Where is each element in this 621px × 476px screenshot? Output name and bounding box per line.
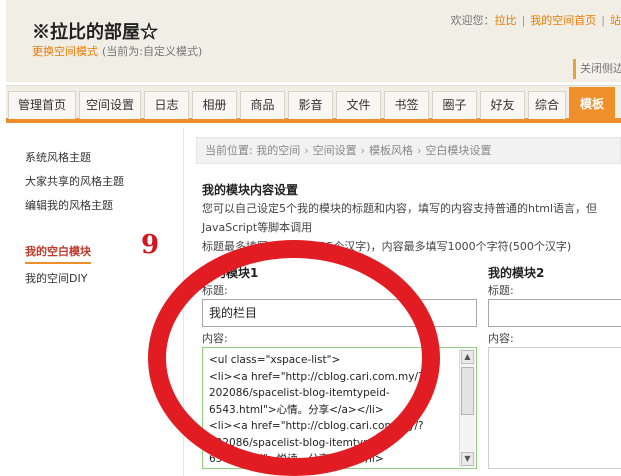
content-line: 202086/spacelist-blog-itemtypeid- [209, 436, 390, 449]
scroll-up-arrow-icon[interactable]: ▲ [461, 350, 474, 364]
title-label: 标题: [488, 284, 514, 297]
sidebar-item-my-blank-modules[interactable]: 我的空白模块 [25, 243, 91, 264]
module-heading: 我的模块1 [202, 266, 259, 280]
content-text: <ul class="xspace-list"> <li><a href="htt… [209, 352, 449, 468]
tab-space-settings[interactable]: 空间设置 [79, 91, 141, 119]
tab-files[interactable]: 文件 [336, 91, 381, 119]
breadcrumb-separator: › [304, 144, 309, 157]
space-header: ※拉比的部屋☆ 更换空间模式 (当前为:自定义模式) 欢迎您：拉比 | 我的空间首页 |… [6, 0, 621, 82]
description-line: 您可以自己设定5个我的模块的标题和内容，填写的内容支持普通的html语言，但 [202, 202, 598, 215]
tab-goods[interactable]: 商品 [240, 91, 285, 119]
cut-link[interactable]: 站 [610, 14, 621, 27]
content-label: 内容: [202, 332, 228, 345]
close-sidebar-button[interactable]: 关闭侧边栏 [573, 59, 621, 79]
breadcrumb-separator: › [360, 144, 366, 157]
current-mode-text: (当前为:自定义模式) [102, 45, 203, 58]
module-2-title-input[interactable] [488, 299, 621, 327]
module-1-title-input[interactable]: 我的栏目 [202, 299, 477, 327]
breadcrumb-item[interactable]: 模板风格 [369, 144, 413, 157]
main-content: 当前位置: 我的空间 › 空间设置 › 模板风格 › 空白模块设置 我的模块内容设置 您可以… [190, 128, 621, 476]
textarea-scrollbar[interactable]: ▲ ▼ [459, 349, 475, 467]
change-theme-link[interactable]: 更换空间模式 [32, 45, 98, 58]
breadcrumb: 当前位置: 我的空间 › 空间设置 › 模板风格 › 空白模块设置 [196, 137, 621, 164]
section-title: 我的模块内容设置 [202, 183, 299, 197]
tab-album[interactable]: 相册 [192, 91, 237, 119]
description-line: JavaScript等脚本调用 [202, 221, 313, 234]
description-line: 标题最多填写50个字符(25个汉字)，内容最多填写1000个字符(500个汉字) [202, 240, 572, 253]
annotation-number: 9 [141, 230, 160, 260]
scroll-down-arrow-icon[interactable]: ▼ [461, 452, 474, 466]
tab-bookmarks[interactable]: 书签 [384, 91, 429, 119]
sidebar-item-system-themes[interactable]: 系统风格主题 [25, 149, 91, 165]
breadcrumb-item[interactable]: 空间设置 [313, 144, 357, 157]
site-title: ※拉比的部屋☆ [32, 22, 158, 43]
scroll-thumb[interactable] [461, 367, 474, 415]
content-line: <ul class="xspace-list"> [209, 354, 341, 366]
content-line: 6543.html">心情。分享</a></li> [209, 403, 384, 416]
tab-circles[interactable]: 圈子 [432, 91, 477, 119]
username-link[interactable]: 拉比 [495, 14, 517, 27]
my-space-home-link[interactable]: 我的空间首页 [530, 14, 596, 27]
breadcrumb-separator: › [417, 144, 422, 157]
content-line: 6547.html">悦读。分享</a></li> [209, 453, 384, 465]
tab-admin-home[interactable]: 管理首页 [8, 91, 76, 119]
module-1: 我的模块1 [202, 264, 258, 281]
welcome-text: 欢迎您： [450, 14, 495, 27]
module-2: 我的模块2 [488, 264, 544, 281]
top-links: 欢迎您：拉比 | 我的空间首页 | 站 [451, 12, 621, 28]
sidebar: 系统风格主题 大家共享的风格主题 编辑我的风格主题 我的空白模块 我的空间DIY [6, 128, 184, 476]
breadcrumb-item: 空白模块设置 [425, 144, 492, 157]
sidebar-item-edit-my-theme[interactable]: 编辑我的风格主题 [25, 197, 113, 213]
title-label: 标题: [202, 284, 228, 297]
module-2-content-textarea[interactable] [488, 347, 621, 469]
module-heading: 我的模块2 [488, 266, 545, 280]
tab-templates[interactable]: 模板 [569, 87, 615, 120]
content-line: <li><a href="http://cblog.cari.com.my/? [209, 370, 424, 383]
tab-general[interactable]: 综合 [528, 91, 566, 119]
separator: | [521, 14, 526, 27]
content-line: <li><a href="http://cblog.cari.com.my/? [209, 420, 424, 432]
breadcrumb-item[interactable]: 当前位置: 我的空间 [205, 144, 300, 157]
tab-friends[interactable]: 好友 [480, 91, 525, 119]
main-nav: 管理首页 空间设置 日志 相册 商品 影音 文件 书签 圈子 好友 综合 模板 [6, 85, 621, 123]
sidebar-item-my-space-diy[interactable]: 我的空间DIY [25, 270, 87, 286]
content-line: 202086/spacelist-blog-itemtypeid- [209, 387, 390, 399]
module-1-content-textarea[interactable]: <ul class="xspace-list"> <li><a href="htt… [202, 347, 477, 469]
separator: | [601, 14, 605, 27]
tab-media[interactable]: 影音 [288, 91, 333, 119]
sidebar-item-shared-themes[interactable]: 大家共享的风格主题 [25, 173, 124, 189]
tab-blog[interactable]: 日志 [144, 91, 189, 119]
theme-line: 更换空间模式 (当前为:自定义模式) [32, 43, 202, 59]
content-label: 内容: [488, 332, 514, 345]
